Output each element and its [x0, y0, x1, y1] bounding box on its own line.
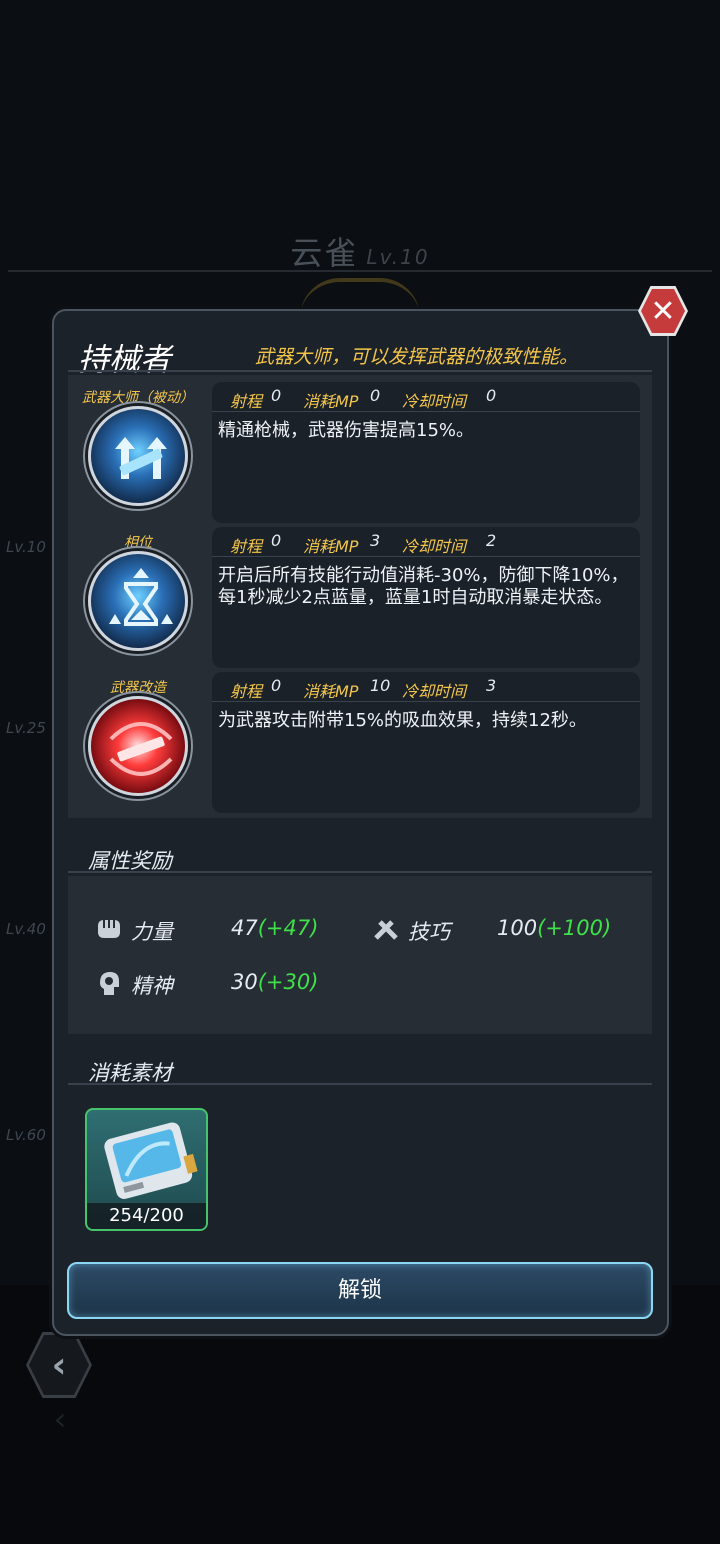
dialog-subtitle: 武器大师，可以发挥武器的极致性能。: [255, 346, 579, 368]
cooldown-value: 0: [486, 386, 497, 405]
cooldown-label: 冷却时间: [402, 537, 467, 556]
materials-divider: [68, 1083, 652, 1085]
material-count: 254/200: [87, 1203, 206, 1229]
attribute-value: 100(+100): [497, 916, 612, 940]
attributes-panel: [68, 876, 652, 1034]
close-icon: ✕: [641, 289, 685, 333]
cooldown-label: 冷却时间: [402, 682, 467, 701]
cooldown-value: 2: [486, 531, 497, 550]
character-name: 云雀: [290, 234, 359, 272]
weapon-master-icon[interactable]: [88, 406, 188, 506]
level-marker: Lv.10: [6, 538, 46, 556]
skill-description: 为武器攻击附带15%的吸血效果，持续12秒。: [218, 710, 587, 731]
skill-stats: 射程 0 消耗MP 3 冷却时间 2: [212, 527, 640, 557]
hourglass-icon[interactable]: [88, 551, 188, 651]
cooldown-value: 3: [486, 676, 497, 695]
range-value: 0: [271, 386, 282, 405]
skill-description: 开启后所有技能行动值消耗-30%，防御下降10%，每1秒减少2点蓝量，蓝量1时自…: [218, 565, 629, 608]
skill-stats: 射程 0 消耗MP 10 冷却时间 3: [212, 672, 640, 702]
mp-cost-value: 10: [370, 676, 391, 695]
character-level: Lv.10: [366, 245, 430, 269]
attribute-bonus: (+30): [257, 970, 319, 994]
attribute-value: 30(+30): [231, 970, 319, 994]
range-label: 射程: [230, 392, 263, 411]
skill-stats: 射程 0 消耗MP 0 冷却时间 0: [212, 382, 640, 412]
range-value: 0: [271, 676, 282, 695]
level-marker: Lv.60: [6, 1126, 46, 1144]
level-marker: Lv.25: [6, 719, 46, 737]
mp-cost-value: 0: [370, 386, 381, 405]
mind-icon: [100, 972, 119, 995]
attribute-value: 47(+47): [231, 916, 319, 940]
attribute-bonus: (+47): [257, 916, 319, 940]
material-item[interactable]: 254/200: [85, 1108, 208, 1231]
level-marker: Lv.40: [6, 920, 46, 938]
range-label: 射程: [230, 682, 263, 701]
cooldown-label: 冷却时间: [402, 392, 467, 411]
mp-cost-label: 消耗MP: [303, 392, 359, 411]
dialog-title: 持械者: [78, 342, 171, 378]
skill-name: 武器大师（被动）: [82, 390, 194, 406]
character-header: 云雀 Lv.10: [0, 228, 720, 274]
header-divider: [8, 270, 712, 272]
unlock-button[interactable]: 解锁: [67, 1262, 653, 1319]
skill-card: 射程 0 消耗MP 0 冷却时间 0 精通枪械，武器伤害提高15%。: [212, 382, 640, 523]
mp-cost-value: 3: [370, 531, 381, 550]
chevron-left-icon: ‹: [29, 1335, 89, 1395]
skill-name: 相位: [124, 535, 152, 551]
skill-name: 武器改造: [110, 680, 166, 696]
mp-cost-label: 消耗MP: [303, 537, 359, 556]
range-value: 0: [271, 531, 282, 550]
attribute-bonus: (+100): [537, 916, 612, 940]
skill-card: 射程 0 消耗MP 3 冷却时间 2 开启后所有技能行动值消耗-30%，防御下降…: [212, 527, 640, 668]
attribute-name: 力量: [131, 920, 173, 944]
weapon-modify-icon[interactable]: [88, 696, 188, 796]
tools-icon: [374, 920, 398, 940]
attribute-name: 精神: [131, 974, 173, 998]
attribute-name: 技巧: [408, 920, 450, 944]
skill-description: 精通枪械，武器伤害提高15%。: [218, 420, 475, 441]
chip-card-icon: [104, 1122, 198, 1199]
attributes-divider: [68, 871, 652, 873]
skill-card: 射程 0 消耗MP 10 冷却时间 3 为武器攻击附带15%的吸血效果，持续12…: [212, 672, 640, 813]
mp-cost-label: 消耗MP: [303, 682, 359, 701]
range-label: 射程: [230, 537, 263, 556]
chevron-left-icon: ‹: [53, 1400, 67, 1438]
title-divider: [68, 370, 652, 372]
fist-icon: [98, 920, 120, 938]
